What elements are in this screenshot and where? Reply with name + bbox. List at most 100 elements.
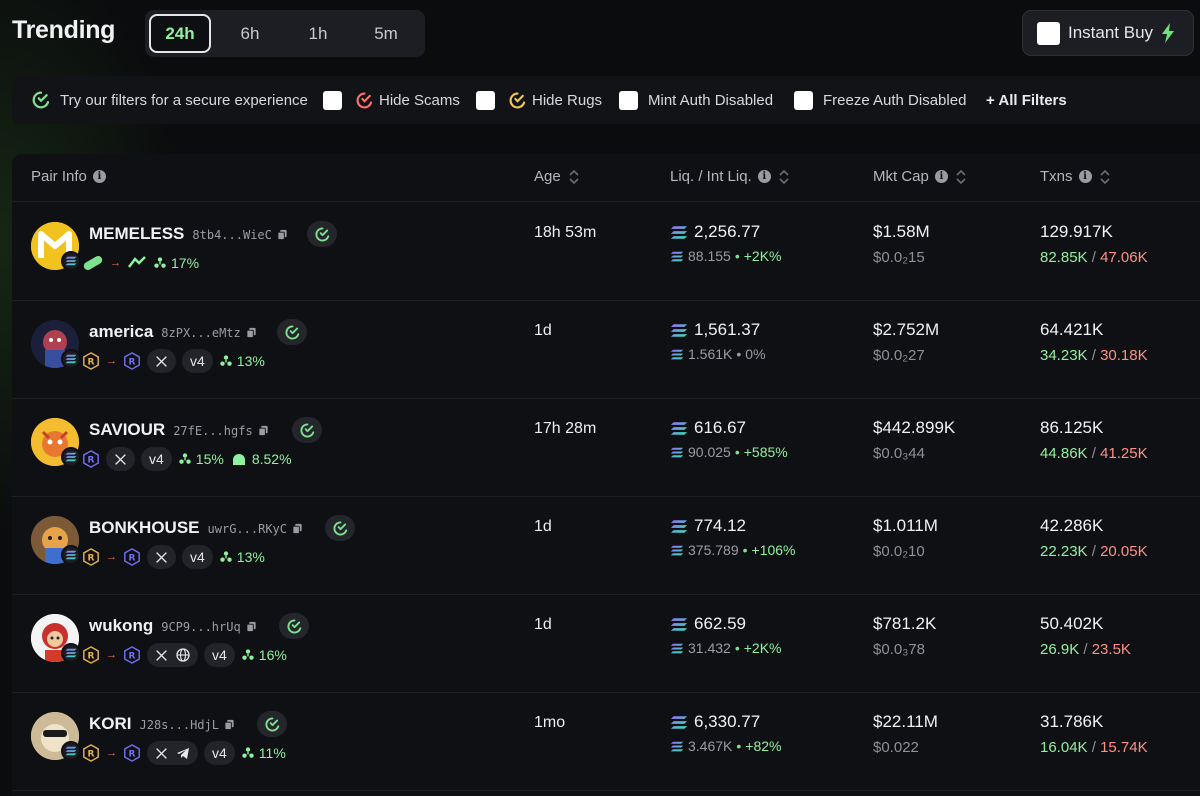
- filter-freeze-auth[interactable]: Freeze Auth Disabled: [794, 76, 966, 124]
- col-txns[interactable]: Txns i: [1040, 168, 1110, 185]
- token-name[interactable]: KORI: [89, 714, 132, 733]
- sort-icon[interactable]: [956, 169, 966, 185]
- token-name[interactable]: BONKHOUSE: [89, 518, 200, 537]
- x-link-pill[interactable]: [147, 545, 176, 569]
- filter-mint-auth[interactable]: Mint Auth Disabled: [619, 76, 773, 124]
- audit-shield-icon[interactable]: [279, 613, 309, 639]
- raydium-launch-icon: [82, 646, 100, 664]
- solana-icon: [670, 519, 688, 534]
- copy-icon[interactable]: [292, 523, 303, 534]
- solana-icon: [670, 323, 688, 338]
- solana-chain-icon: [61, 349, 81, 369]
- scam-shield-icon: [356, 92, 373, 108]
- token-address[interactable]: uwrG...RKyC: [208, 522, 287, 536]
- copy-icon[interactable]: [224, 719, 235, 730]
- timeframe-tabs: 24h 6h 1h 5m: [145, 10, 425, 57]
- audit-shield-icon[interactable]: [257, 711, 287, 737]
- table-row[interactable]: wukong 9CP9...hrUq → v4 16% 1d 662.59 31.…: [12, 595, 1200, 693]
- table-row[interactable]: BONKHOUSE uwrG...RKyC → v4 13% 1d 774.12 …: [12, 497, 1200, 595]
- lightning-icon: [1162, 23, 1175, 43]
- table-row[interactable]: america 8zPX...eMtz → v4 13% 1d 1,561.37 …: [12, 301, 1200, 399]
- holders-percent-value: 11%: [258, 745, 286, 761]
- buys-count: 22.23K: [1040, 543, 1088, 560]
- raydium-launch-icon: [82, 744, 100, 762]
- token-name[interactable]: america: [89, 322, 153, 341]
- x-icon[interactable]: [155, 747, 168, 760]
- token-address[interactable]: 8zPX...eMtz: [161, 326, 240, 340]
- txns-total: 129.917K: [1040, 222, 1113, 241]
- audit-shield-icon[interactable]: [292, 417, 322, 443]
- telegram-icon[interactable]: [176, 747, 190, 760]
- market-cap-cell: $22.11M $0.022: [873, 712, 938, 756]
- mint-auth-label: Mint Auth Disabled: [648, 91, 774, 109]
- sells-count: 23.5K: [1091, 641, 1131, 658]
- social-links-pill[interactable]: [147, 741, 198, 765]
- filter-hide-scams[interactable]: Hide Scams: [323, 76, 460, 124]
- dev-holding-value: 8.52%: [251, 451, 292, 467]
- token-name-line: BONKHOUSE uwrG...RKyC: [89, 518, 303, 538]
- token-address[interactable]: 27fE...hgfs: [173, 424, 252, 438]
- token-address[interactable]: 8tb4...WieC: [192, 228, 271, 242]
- instant-buy-toggle[interactable]: Instant Buy: [1022, 10, 1194, 56]
- initial-liquidity: 3.467K: [688, 738, 733, 754]
- tab-6h[interactable]: 6h: [219, 14, 281, 53]
- x-link-pill[interactable]: [147, 349, 176, 373]
- audit-shield-icon[interactable]: [325, 515, 355, 541]
- pump-icon: [128, 256, 146, 268]
- col-age[interactable]: Age: [534, 168, 579, 185]
- token-name[interactable]: MEMELESS: [89, 224, 184, 243]
- col-market-cap[interactable]: Mkt Cap i: [873, 168, 966, 185]
- table-row[interactable]: SAVIOUR 27fE...hgfs v4 15% 8.52% 17h 28m …: [12, 399, 1200, 497]
- info-icon[interactable]: i: [1078, 170, 1092, 183]
- freeze-auth-checkbox[interactable]: [794, 90, 813, 110]
- tab-1h[interactable]: 1h: [287, 14, 349, 53]
- col-pair-info[interactable]: Pair Info i: [31, 168, 106, 185]
- copy-icon[interactable]: [258, 425, 269, 436]
- col-liquidity[interactable]: Liq. / Int Liq. i: [670, 168, 789, 185]
- info-icon[interactable]: i: [934, 170, 948, 183]
- hide-scams-checkbox[interactable]: [323, 90, 342, 110]
- sells-count: 41.25K: [1100, 445, 1148, 462]
- pill-icon: [83, 256, 103, 270]
- liquidity-value: 2,256.77: [694, 222, 761, 241]
- token-address[interactable]: J28s...HdjL: [140, 718, 219, 732]
- solana-icon: [670, 349, 684, 360]
- txns-total: 64.421K: [1040, 320, 1104, 339]
- info-icon[interactable]: i: [757, 170, 771, 183]
- audit-shield-icon[interactable]: [307, 221, 337, 247]
- age-value: 1d: [534, 518, 552, 535]
- token-name[interactable]: wukong: [89, 616, 153, 635]
- tab-5m[interactable]: 5m: [355, 14, 417, 53]
- filter-hide-rugs[interactable]: Hide Rugs: [476, 76, 602, 124]
- table-row[interactable]: KORI J28s...HdjL → v4 11% 1mo 6,330.77 3.…: [12, 693, 1200, 791]
- globe-icon[interactable]: [176, 648, 190, 662]
- copy-icon[interactable]: [246, 621, 257, 632]
- sort-icon[interactable]: [779, 169, 789, 185]
- col-pair-info-label: Pair Info: [31, 168, 87, 185]
- token-name[interactable]: SAVIOUR: [89, 420, 165, 439]
- solana-icon: [670, 643, 684, 654]
- freeze-auth-label: Freeze Auth Disabled: [823, 91, 967, 109]
- tab-24h[interactable]: 24h: [149, 14, 211, 53]
- mint-auth-checkbox[interactable]: [619, 90, 638, 110]
- info-icon[interactable]: i: [92, 170, 106, 183]
- sort-icon[interactable]: [569, 169, 579, 185]
- copy-icon[interactable]: [246, 327, 257, 338]
- all-filters-button[interactable]: + All Filters: [986, 76, 1067, 124]
- copy-icon[interactable]: [277, 229, 288, 240]
- social-links-pill[interactable]: [147, 643, 198, 667]
- holders-percent-value: 17%: [171, 255, 200, 271]
- sort-icon[interactable]: [1099, 169, 1110, 185]
- x-icon[interactable]: [155, 649, 168, 662]
- raydium-launch-icon: [82, 548, 100, 566]
- buys-count: 26.9K: [1040, 641, 1080, 658]
- arrow-icon: →: [106, 747, 117, 759]
- dex-version-badge: v4: [182, 349, 213, 373]
- table-row[interactable]: MEMELESS 8tb4...WieC → 17% 18h 53m 2,256.…: [12, 203, 1200, 301]
- hide-rugs-checkbox[interactable]: [476, 90, 495, 110]
- token-address[interactable]: 9CP9...hrUq: [161, 620, 240, 634]
- col-market-cap-label: Mkt Cap: [873, 168, 929, 185]
- x-link-pill[interactable]: [106, 447, 135, 471]
- audit-shield-icon[interactable]: [277, 319, 307, 345]
- instant-buy-checkbox[interactable]: [1037, 21, 1060, 45]
